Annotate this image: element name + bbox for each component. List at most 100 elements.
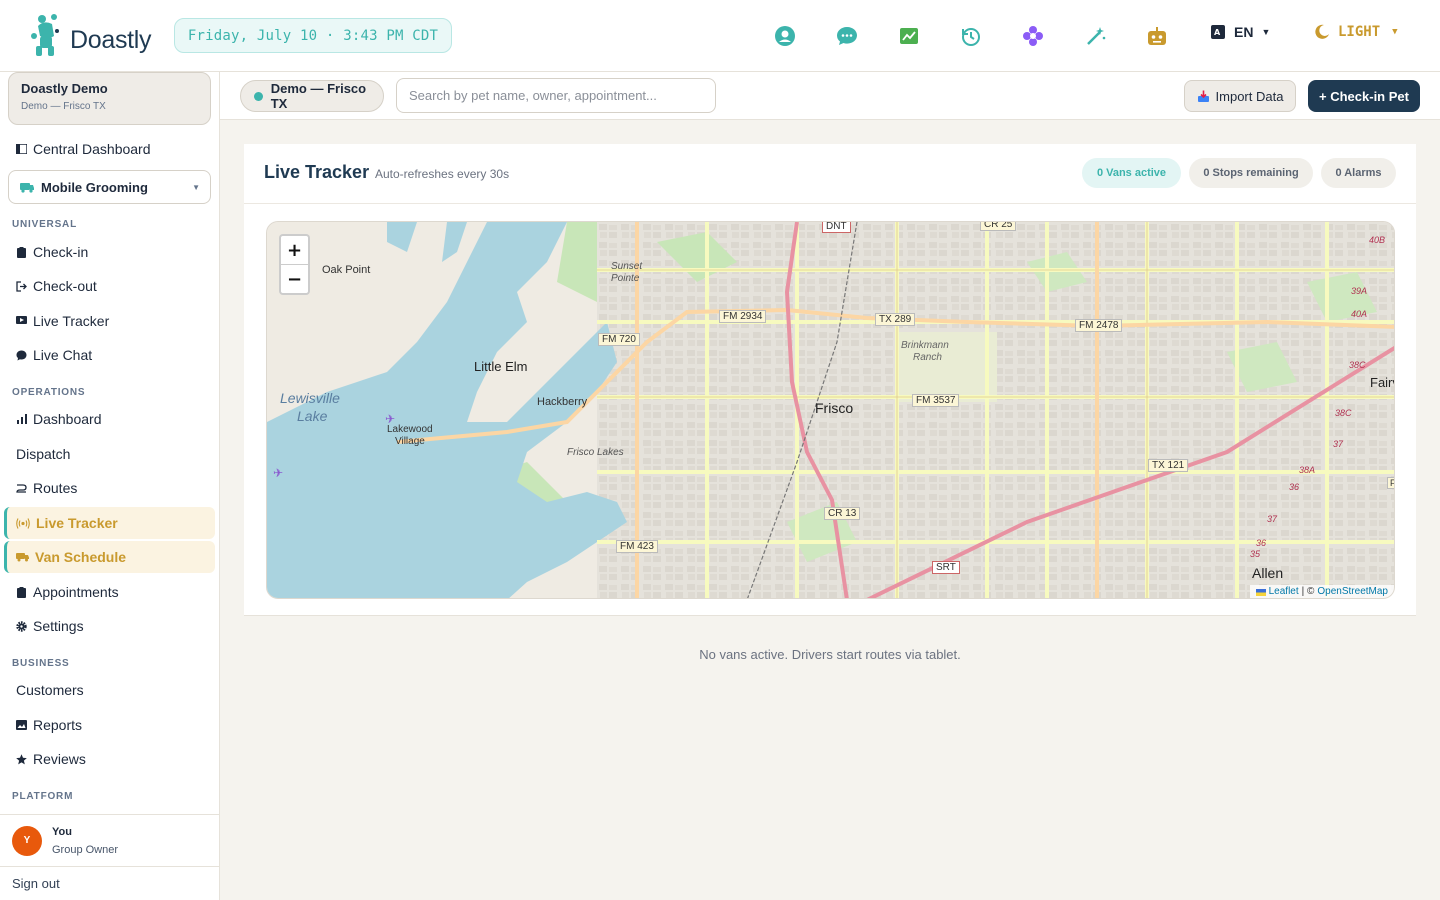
map-label-little-elm: Little Elm [474,359,528,374]
map-label-hackberry: Hackberry [537,396,588,408]
empty-state-message: No vans active. Drivers start routes via… [699,647,961,662]
import-data-button[interactable]: Import Data [1184,80,1296,112]
sidebar-item-check-in[interactable]: Check-in [4,236,215,268]
openstreetmap-link[interactable]: OpenStreetMap [1317,586,1388,597]
brand-logo[interactable]: Doastly [30,14,152,58]
page-title: Live Tracker [264,162,370,182]
sidebar-item-live-tracker-universal[interactable]: Live Tracker [4,305,215,337]
map-label-fairview: Fairv [1370,375,1394,390]
sidebar-item-central-dashboard[interactable]: Central Dashboard [4,133,215,165]
sidebar-item-dashboard[interactable]: Dashboard [4,403,215,435]
sign-out-link[interactable]: Sign out [0,866,219,900]
translate-icon: A [1211,25,1225,39]
exit-label: 39A [1351,286,1368,296]
user-profile[interactable]: Y You Group Owner [0,814,219,866]
history-icon[interactable] [959,24,983,48]
map-label-pointe: Pointe [611,273,640,284]
live-map[interactable]: Oak Point Sunset Pointe Little Elm Lewis… [266,221,1395,599]
van-icon [16,552,29,563]
clipboard-icon [16,586,27,598]
language-label: EN [1234,24,1254,40]
road-shield: DNT [822,222,851,233]
chevron-down-icon: ▼ [1261,27,1271,37]
ukraine-flag-icon [1255,589,1266,596]
map-label-lewisville: Lewisville [280,390,340,406]
check-in-pet-button[interactable]: + Check-in Pet [1308,80,1420,112]
brand-name: Doastly [70,25,152,54]
sidebar-item-live-chat[interactable]: Live Chat [4,339,215,371]
clipboard-icon [16,246,27,258]
datetime-display: Friday, July 10 · 3:43 PM CDT [174,18,452,53]
exit-label: 38C [1335,408,1352,418]
chevron-down-icon: ▼ [1392,27,1398,37]
org-switcher[interactable]: Doastly Demo Demo — Frisco TX [8,72,211,125]
user-name: You [52,825,72,838]
road-shield: CR 13 [824,507,861,520]
leaflet-link[interactable]: Leaflet [1269,586,1299,597]
sidebar-item-check-out[interactable]: Check-out [4,270,215,302]
road-shield: FM 423 [616,540,658,553]
sidebar-item-routes[interactable]: Routes [4,472,215,504]
exit-label: 35 [1250,549,1261,559]
live-tracker-card: Live Tracker Auto-refreshes every 30s 0 … [244,144,1416,616]
import-icon [1197,90,1209,102]
airport-icon: ✈ [273,466,284,480]
sidebar-item-settings[interactable]: Settings [4,610,215,642]
magic-wand-icon[interactable] [1084,24,1108,48]
map-label-oak-point: Oak Point [322,264,371,276]
search-input[interactable] [396,78,716,113]
section-platform: PLATFORM [12,791,74,802]
robot-icon[interactable] [1145,24,1169,48]
map-label-sunset: Sunset [611,261,643,272]
section-business: BUSINESS [12,658,70,669]
exit-label: 37 [1267,514,1278,524]
map-label-brinkmann: Brinkmann [901,340,949,351]
exit-label: 40B [1369,235,1386,245]
sidebar-item-van-schedule[interactable]: Van Schedule [4,541,215,573]
sidebar-item-customers[interactable]: Customers [4,674,215,706]
road-shield: CR 25 [980,222,1017,231]
road-shield: TX 121 [1148,459,1189,472]
module-select[interactable]: Mobile Grooming ▼ [8,170,211,204]
sidebar-item-reports[interactable]: Reports [4,709,215,741]
image-icon [16,720,27,731]
sidebar-item-appointments[interactable]: Appointments [4,576,215,608]
analytics-icon[interactable] [897,24,921,48]
exit-icon [16,280,27,292]
exit-label: 38A [1299,465,1316,475]
vans-active-badge: 0 Vans active [1082,158,1181,188]
road-shield: FM 3537 [912,394,960,407]
attribution-separator: | © [1301,586,1315,597]
gear-icon [16,620,27,632]
sidebar: Doastly Demo Demo — Frisco TX Central Da… [0,72,220,900]
road-shield: FM 2478 [1075,319,1123,332]
road-shield: TX 289 [875,313,916,326]
zoom-out-button[interactable]: − [281,265,308,293]
org-location: Demo — Frisco TX [21,101,106,112]
sidebar-item-reviews[interactable]: Reviews [4,743,215,775]
sidebar-item-live-tracker[interactable]: Live Tracker [4,507,215,539]
support-icon[interactable] [773,24,797,48]
org-name: Doastly Demo [21,81,108,96]
bar-chart-icon [16,414,27,425]
top-bar: Doastly Friday, July 10 · 3:43 PM CDT A … [0,0,1440,72]
map-label-ranch: Ranch [913,352,942,363]
flower-icon[interactable] [1021,24,1045,48]
avatar: Y [12,825,42,856]
exit-label: 40A [1351,309,1368,319]
section-universal: UNIVERSAL [12,219,77,230]
refresh-note: Auto-refreshes every 30s [375,167,510,181]
monitor-icon [16,316,27,327]
van-icon [20,182,34,193]
zoom-in-button[interactable]: + [281,236,308,265]
moon-icon [1315,24,1329,39]
chat-icon[interactable] [835,24,859,48]
location-pill[interactable]: Demo — Frisco TX [240,80,384,112]
stops-remaining-badge: 0 Stops remaining [1189,158,1313,188]
language-selector[interactable]: A EN ▼ [1210,24,1270,40]
sidebar-item-dispatch[interactable]: Dispatch [4,438,215,470]
section-operations: OPERATIONS [12,387,86,398]
chevron-down-icon: ▼ [192,183,200,192]
theme-toggle[interactable]: LIGHT ▼ [1314,24,1398,40]
map-attribution: Leaflet | © OpenStreetMap [1249,585,1394,598]
